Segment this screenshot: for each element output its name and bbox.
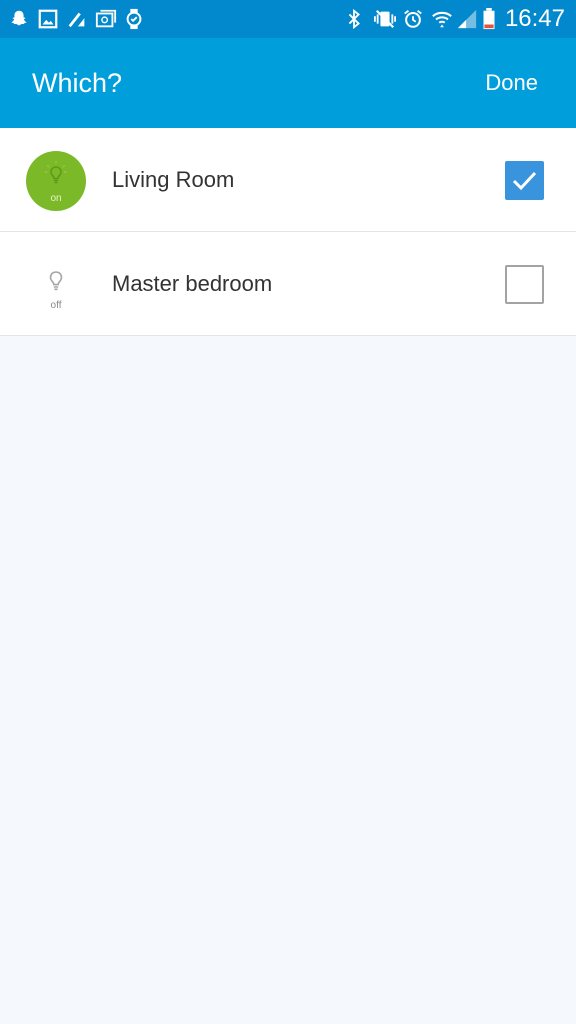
page-title: Which?	[32, 68, 123, 98]
device-name: Master bedroom	[112, 271, 273, 296]
wifi-icon	[431, 8, 453, 30]
living-room-checkbox[interactable]	[505, 161, 544, 200]
cell-signal-icon	[456, 8, 478, 30]
snapchat-icon	[8, 8, 30, 30]
checkmark-icon	[507, 163, 542, 198]
device-name: Living Room	[112, 167, 235, 192]
empty-content-area	[0, 336, 576, 1024]
bluetooth-icon	[343, 8, 365, 30]
image-icon	[37, 8, 59, 30]
device-state-indicator: off	[26, 255, 86, 315]
vibrate-icon	[371, 8, 399, 30]
signal-alt-icon	[66, 8, 88, 30]
done-button[interactable]: Done	[485, 69, 538, 97]
state-label: on	[50, 193, 62, 204]
email-icon	[95, 8, 117, 30]
battery-icon	[481, 8, 497, 30]
master-bedroom-checkbox[interactable]	[505, 265, 544, 304]
app-bar: Which? Done	[0, 38, 576, 128]
device-list: on Living Room off Master bedroom	[0, 128, 576, 336]
lightbulb-icon	[44, 269, 68, 297]
watch-icon	[123, 8, 145, 30]
state-label: off	[50, 300, 62, 311]
list-item-master-bedroom[interactable]: off Master bedroom	[0, 232, 576, 336]
lightbulb-icon	[44, 160, 68, 188]
status-bar: 16:47	[0, 0, 576, 38]
list-item-living-room[interactable]: on Living Room	[0, 128, 576, 232]
alarm-icon	[402, 8, 424, 30]
status-clock: 16:47	[504, 5, 565, 32]
device-state-indicator: on	[26, 151, 86, 211]
